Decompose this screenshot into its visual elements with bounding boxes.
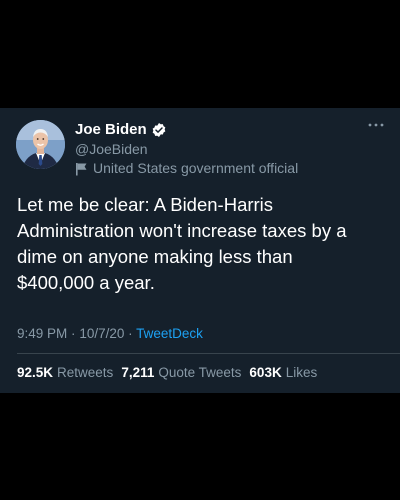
display-name[interactable]: Joe Biden: [75, 121, 147, 139]
tweet-meta: 9:49 PM · 10/7/20 · TweetDeck: [17, 325, 203, 342]
divider: [17, 353, 400, 354]
tweet-source-link[interactable]: TweetDeck: [136, 326, 203, 341]
author-handle[interactable]: @JoeBiden: [75, 141, 148, 158]
avatar[interactable]: [16, 120, 65, 169]
more-options-button[interactable]: [366, 118, 386, 132]
tweet-time[interactable]: 9:49 PM: [17, 326, 67, 341]
tweet-text: Let me be clear: A Biden-Harris Administ…: [17, 194, 347, 293]
quote-tweets-count: 7,211: [121, 365, 155, 380]
avatar-image: [16, 120, 65, 169]
quote-tweets-label: Quote Tweets: [158, 365, 242, 380]
meta-separator: ·: [128, 326, 133, 341]
flag-icon: [75, 162, 88, 176]
government-label: United States government official: [75, 160, 298, 177]
likes-count: 603K: [249, 365, 282, 380]
verified-badge-icon: [151, 122, 167, 138]
meta-separator: ·: [71, 326, 76, 341]
retweets-label: Retweets: [57, 365, 114, 380]
government-label-text: United States government official: [93, 160, 299, 176]
likes-label: Likes: [285, 365, 318, 380]
retweets-count: 92.5K: [17, 365, 54, 380]
more-horizontal-icon: [368, 123, 384, 127]
likes-stat[interactable]: 603K Likes: [249, 364, 317, 381]
tweet-card: Joe Biden @JoeBiden United States govern…: [0, 108, 400, 393]
quote-tweets-stat[interactable]: 7,211 Quote Tweets: [121, 364, 241, 381]
tweet-date[interactable]: 10/7/20: [79, 326, 124, 341]
retweets-stat[interactable]: 92.5K Retweets: [17, 364, 113, 381]
tweet-stats: 92.5K Retweets 7,211 Quote Tweets 603K Like…: [17, 364, 317, 381]
author-name-row[interactable]: Joe Biden: [75, 121, 167, 139]
